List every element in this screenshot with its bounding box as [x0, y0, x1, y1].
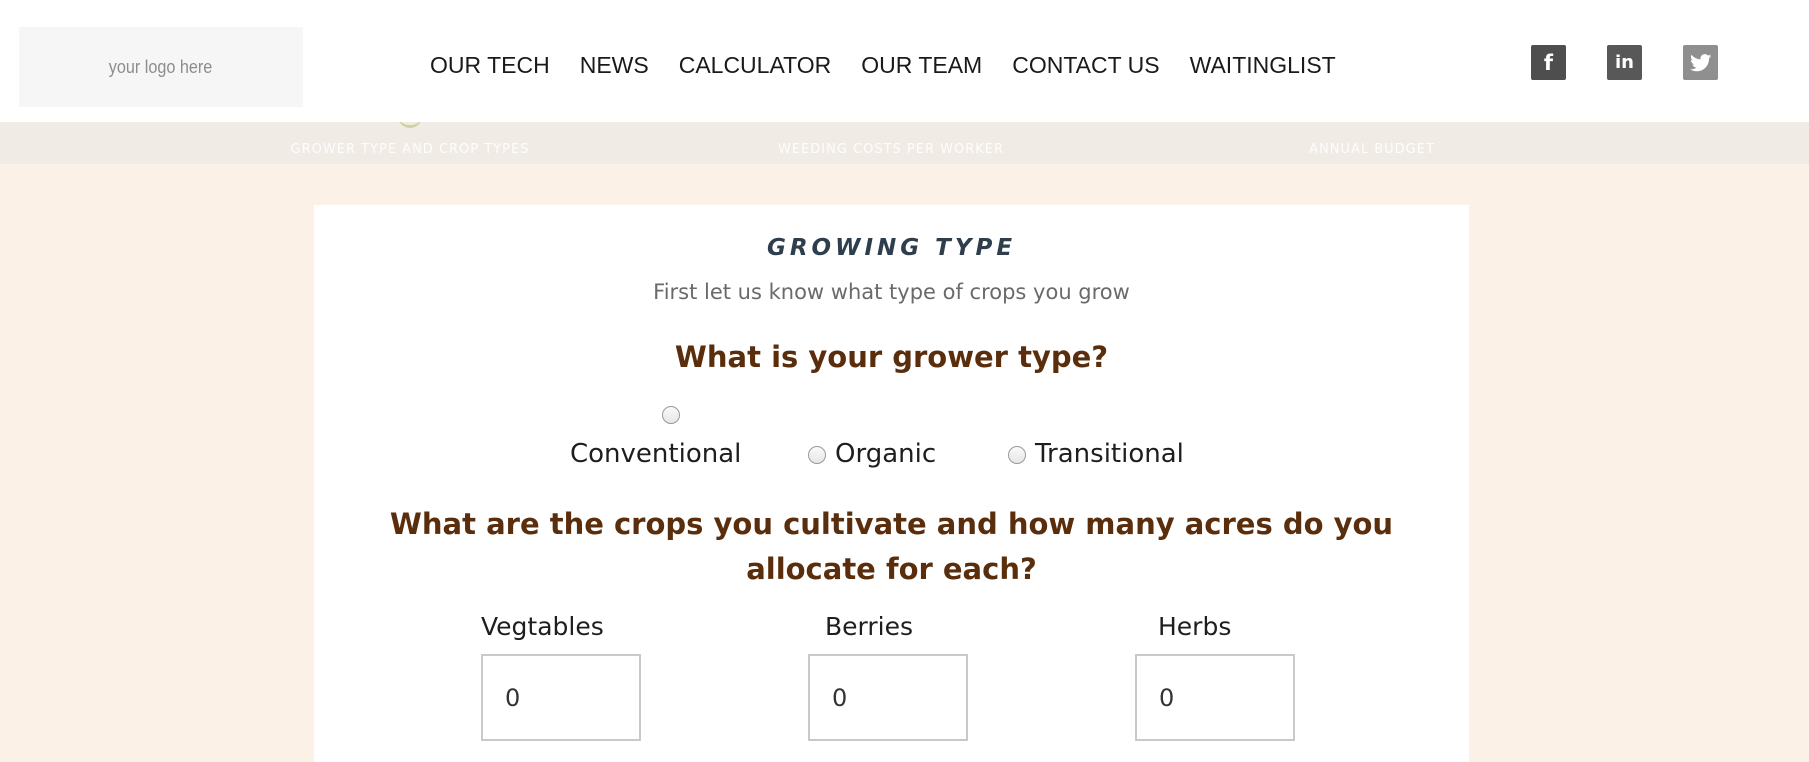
site-header: your logo here OUR TECH NEWS CALCULATOR … — [0, 0, 1809, 122]
label-organic[interactable]: Organic — [835, 439, 936, 469]
berries-acres-input[interactable] — [808, 654, 968, 741]
section-subtitle: First let us know what type of crops you… — [653, 280, 1130, 304]
label-conventional[interactable]: Conventional — [570, 439, 741, 469]
crops-question: What are the crops you cultivate and how… — [389, 507, 1394, 586]
calculator-steps: GROWER TYPE AND CROP TYPES WEEDING COSTS… — [0, 122, 1809, 164]
label-transitional[interactable]: Transitional — [1035, 439, 1184, 469]
logo[interactable]: your logo here — [19, 27, 303, 107]
nav-calculator[interactable]: CALCULATOR — [679, 52, 832, 79]
nav-news[interactable]: NEWS — [580, 52, 649, 79]
logo-text: your logo here — [109, 56, 213, 77]
vegetables-acres-input[interactable] — [481, 654, 641, 741]
herbs-acres-input[interactable] — [1135, 654, 1295, 741]
step-1-label[interactable]: GROWER TYPE AND CROP TYPES — [291, 142, 530, 157]
facebook-icon[interactable]: f — [1531, 45, 1566, 80]
twitter-icon[interactable] — [1683, 45, 1718, 80]
radio-organic[interactable] — [808, 446, 826, 464]
step-3-label[interactable]: ANNUAL BUDGET — [1309, 142, 1435, 157]
nav-contact-us[interactable]: CONTACT US — [1012, 52, 1159, 79]
herbs-label: Herbs — [1158, 612, 1232, 641]
vegetables-label: Vegtables — [481, 612, 604, 641]
radio-conventional[interactable] — [662, 406, 680, 424]
section-title: GROWING TYPE — [766, 235, 1017, 261]
nav-waitinglist[interactable]: WAITINGLIST — [1190, 52, 1336, 79]
grower-type-question: What is your grower type? — [674, 340, 1109, 374]
linkedin-icon[interactable]: in — [1607, 45, 1642, 80]
twitter-bird-glyph — [1689, 53, 1711, 71]
radio-transitional[interactable] — [1008, 446, 1026, 464]
step-2-label[interactable]: WEEDING COSTS PER WORKER — [778, 142, 1004, 157]
nav-our-team[interactable]: OUR TEAM — [861, 52, 982, 79]
berries-label: Berries — [825, 612, 914, 641]
nav-our-tech[interactable]: OUR TECH — [430, 52, 550, 79]
main-nav: OUR TECH NEWS CALCULATOR OUR TEAM CONTAC… — [430, 52, 1336, 79]
